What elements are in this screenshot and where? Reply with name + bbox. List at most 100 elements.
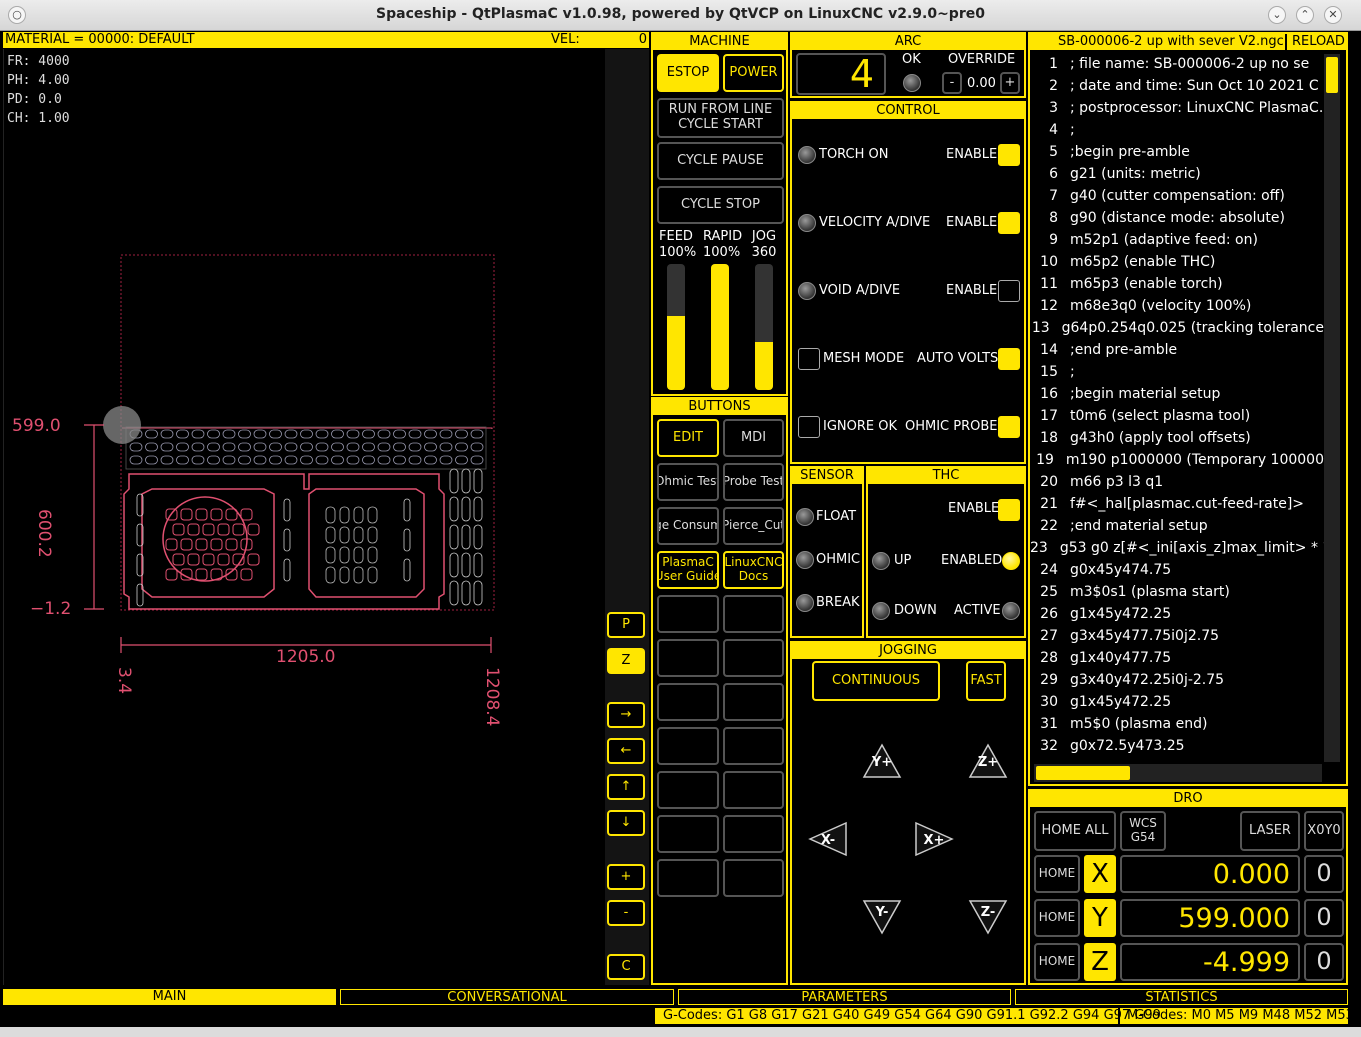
pan-right-button[interactable]: → <box>607 702 645 728</box>
jog-z-plus-button[interactable]: Z+ <box>968 743 1008 779</box>
gcode-line[interactable]: 1 ; file name: SB-000006-2 up no se <box>1030 53 1324 75</box>
torch-enable-checkbox[interactable] <box>998 144 1020 166</box>
gcode-line[interactable]: 10 m65p2 (enable THC) <box>1030 251 1324 273</box>
user-button-empty[interactable] <box>657 859 719 897</box>
home-y-button[interactable]: HOME <box>1034 899 1080 937</box>
view-z-button[interactable]: Z <box>607 648 645 674</box>
mesh-mode-checkbox[interactable] <box>798 348 820 370</box>
slider-feed[interactable] <box>667 264 685 390</box>
jog-x-minus-button[interactable]: X- <box>808 821 848 857</box>
user-button-empty[interactable] <box>657 683 719 721</box>
zoom-in-button[interactable]: + <box>607 864 645 890</box>
user-button-empty[interactable] <box>723 727 784 765</box>
jog-y-minus-button[interactable]: Y- <box>862 899 902 935</box>
gcode-line[interactable]: 2 ; date and time: Sun Oct 10 2021 C <box>1030 75 1324 97</box>
gcode-line[interactable]: 7 g40 (cutter compensation: off) <box>1030 185 1324 207</box>
gcode-line[interactable]: 4; <box>1030 119 1324 141</box>
tab-statistics[interactable]: STATISTICS <box>1015 989 1348 1005</box>
pan-down-button[interactable]: ↓ <box>607 810 645 836</box>
gcode-line[interactable]: 17 t0m6 (select plasma tool) <box>1030 405 1324 427</box>
user-button-empty[interactable] <box>657 771 719 809</box>
gcode-hscroll-handle[interactable] <box>1036 766 1130 780</box>
run-from-line-button[interactable]: RUN FROM LINE CYCLE START <box>657 98 784 138</box>
clear-preview-button[interactable]: C <box>607 954 645 980</box>
close-icon[interactable]: ✕ <box>1324 6 1342 24</box>
gcode-line[interactable]: 21 f#<_hal[plasmac.cut-feed-rate]> <box>1030 493 1324 515</box>
home-x-button[interactable]: HOME <box>1034 855 1080 893</box>
gcode-line[interactable]: 32 g0x72.5y473.25 <box>1030 735 1324 757</box>
zero-x-button[interactable]: 0 <box>1304 855 1344 893</box>
plasmac-user-guide-button[interactable]: PlasmaC User Guide <box>657 551 719 589</box>
ignore-ok-checkbox[interactable] <box>798 416 820 438</box>
gcode-line[interactable]: 11 m65p3 (enable torch) <box>1030 273 1324 295</box>
cycle-pause-button[interactable]: CYCLE PAUSE <box>657 142 784 180</box>
laser-button[interactable]: LASER <box>1240 811 1300 851</box>
gcode-line[interactable]: 13 g64p0.254q0.025 (tracking tolerance <box>1030 317 1324 339</box>
gcode-line[interactable]: 9 m52p1 (adaptive feed: on) <box>1030 229 1324 251</box>
slider-rapid[interactable] <box>711 264 729 390</box>
gcode-line[interactable]: 19 m190 p1000000 (Temporary 100000 <box>1030 449 1324 471</box>
reload-button[interactable]: RELOAD <box>1292 34 1345 50</box>
gcode-line[interactable]: 27 g3x45y477.75i0j2.75 <box>1030 625 1324 647</box>
pan-up-button[interactable]: ↑ <box>607 774 645 800</box>
user-button-empty[interactable] <box>723 859 784 897</box>
ohmic-test-button[interactable]: Ohmic Test <box>657 463 719 501</box>
preview-canvas[interactable]: FR: 4000 PH: 4.00 PD: 0.0 CH: 1.00 599.0… <box>3 49 605 985</box>
gcode-vscrollbar[interactable] <box>1324 54 1340 762</box>
mdi-button[interactable]: MDI <box>723 419 784 457</box>
gcode-line[interactable]: 14 ;end pre-amble <box>1030 339 1324 361</box>
gcode-line[interactable]: 23 g53 g0 z[#<_ini[axis_z]max_limit> * 1 <box>1030 537 1324 559</box>
maximize-icon[interactable]: ⌃ <box>1296 6 1314 24</box>
gcode-line[interactable]: 5 ;begin pre-amble <box>1030 141 1324 163</box>
x0y0-button[interactable]: X0Y0 <box>1304 811 1344 851</box>
gcode-hscrollbar[interactable] <box>1034 764 1322 782</box>
user-button-empty[interactable] <box>657 595 719 633</box>
consumables-button[interactable]: ge Consum <box>657 507 719 545</box>
override-minus-button[interactable]: - <box>942 72 962 94</box>
override-plus-button[interactable]: + <box>1000 72 1020 94</box>
edit-button[interactable]: EDIT <box>657 419 719 457</box>
zoom-out-button[interactable]: - <box>607 900 645 926</box>
gcode-line[interactable]: 26 g1x45y472.25 <box>1030 603 1324 625</box>
gcode-line[interactable]: 18 g43h0 (apply tool offsets) <box>1030 427 1324 449</box>
jog-x-plus-button[interactable]: X+ <box>914 821 954 857</box>
gcode-line[interactable]: 29 g3x40y472.25i0j-2.75 <box>1030 669 1324 691</box>
zero-z-button[interactable]: 0 <box>1304 943 1344 981</box>
gcode-line[interactable]: 12 m68e3q0 (velocity 100%) <box>1030 295 1324 317</box>
gcode-line[interactable]: 3 ; postprocessor: LinuxCNC PlasmaC. <box>1030 97 1324 119</box>
thc-enable-checkbox[interactable] <box>998 499 1020 521</box>
jog-fast-button[interactable]: FAST <box>966 661 1006 701</box>
user-button-empty[interactable] <box>723 771 784 809</box>
gcode-line[interactable]: 6 g21 (units: metric) <box>1030 163 1324 185</box>
gcode-line[interactable]: 24 g0x45y474.75 <box>1030 559 1324 581</box>
user-button-empty[interactable] <box>723 639 784 677</box>
power-button[interactable]: POWER <box>723 54 784 92</box>
gcode-editor[interactable]: 1 ; file name: SB-000006-2 up no se 2 ; dat… <box>1030 53 1324 764</box>
user-button-empty[interactable] <box>723 595 784 633</box>
home-all-button[interactable]: HOME ALL <box>1034 811 1116 851</box>
gcode-line[interactable]: 16 ;begin material setup <box>1030 383 1324 405</box>
tab-conversational[interactable]: CONVERSATIONAL <box>340 989 674 1005</box>
user-button-empty[interactable] <box>723 815 784 853</box>
ohmic-probe-checkbox[interactable] <box>998 416 1020 438</box>
gcode-line[interactable]: 20 m66 p3 l3 q1 <box>1030 471 1324 493</box>
gcode-line[interactable]: 31 m5$0 (plasma end) <box>1030 713 1324 735</box>
estop-button[interactable]: ESTOP <box>657 54 719 92</box>
jog-z-minus-button[interactable]: Z- <box>968 899 1008 935</box>
probe-test-button[interactable]: Probe Test <box>723 463 784 501</box>
linuxcnc-docs-button[interactable]: LinuxCNC Docs <box>723 551 784 589</box>
pan-left-button[interactable]: ← <box>607 738 645 764</box>
jog-y-plus-button[interactable]: Y+ <box>862 743 902 779</box>
wcs-button[interactable]: WCS G54 <box>1120 811 1166 851</box>
user-button-empty[interactable] <box>723 683 784 721</box>
user-button-empty[interactable] <box>657 727 719 765</box>
cycle-stop-button[interactable]: CYCLE STOP <box>657 186 784 224</box>
velocity-enable-checkbox[interactable] <box>998 212 1020 234</box>
pierce-cut-button[interactable]: Pierce_Cut <box>723 507 784 545</box>
gcode-line[interactable]: 15; <box>1030 361 1324 383</box>
gcode-vscroll-handle[interactable] <box>1326 57 1338 93</box>
gcode-line[interactable]: 8 g90 (distance mode: absolute) <box>1030 207 1324 229</box>
jog-continuous-button[interactable]: CONTINUOUS <box>812 661 940 701</box>
home-z-button[interactable]: HOME <box>1034 943 1080 981</box>
slider-jog[interactable] <box>755 264 773 390</box>
